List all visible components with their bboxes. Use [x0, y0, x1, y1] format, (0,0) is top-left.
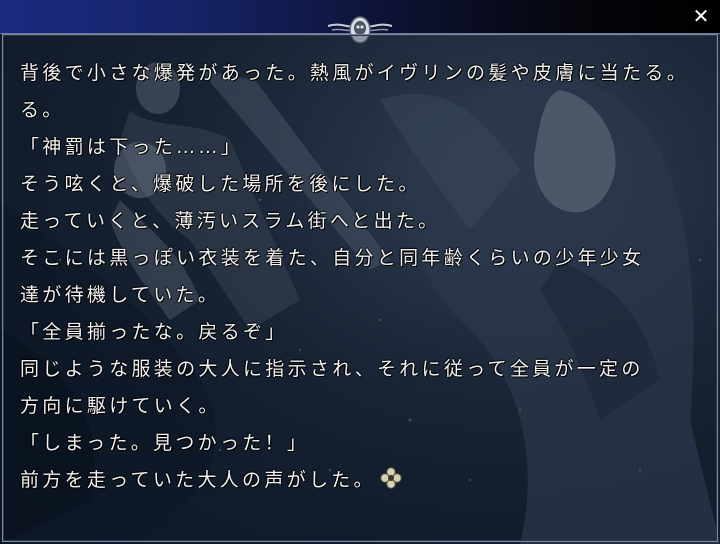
dialogue-line-text: 前方を走っていた大人の声がした。 [20, 469, 376, 491]
clover-cursor-icon[interactable] [380, 467, 402, 489]
dialogue-line: そこには黒っぽい衣装を着た、自分と同年齢くらいの少年少女 [20, 247, 645, 269]
game-screen[interactable]: ✕ 背後で小さな爆発があった。熱風がイヴリンの髪や皮膚に当たる。 る。 「神罰は… [0, 0, 720, 544]
dialogue-line: 「全員揃ったな。戻るぞ」 [20, 321, 288, 343]
dialogue-line: 「神罰は下った……」 [20, 136, 244, 158]
dialogue-line: る。 [20, 99, 65, 121]
dialogue-line: 達が待機していた。 [20, 284, 221, 306]
close-icon[interactable]: ✕ [690, 5, 712, 27]
dialogue-line: そう呟くと、爆破した場所を後にした。 [20, 173, 421, 195]
dialogue-line: 走っていくと、薄汚いスラム街へと出た。 [20, 210, 441, 232]
dialogue-line: 「しまった。見つかった！」 [20, 432, 310, 454]
dialogue-line: 背後で小さな爆発があった。熱風がイヴリンの髪や皮膚に当たる。 [20, 62, 690, 84]
dialogue-line-last: 前方を走っていた大人の声がした。 [20, 465, 402, 492]
dialogue-line: 方向に駆けていく。 [20, 395, 221, 417]
dialogue-line: 同じような服装の大人に指示され、それに従って全員が一定の [20, 358, 644, 380]
